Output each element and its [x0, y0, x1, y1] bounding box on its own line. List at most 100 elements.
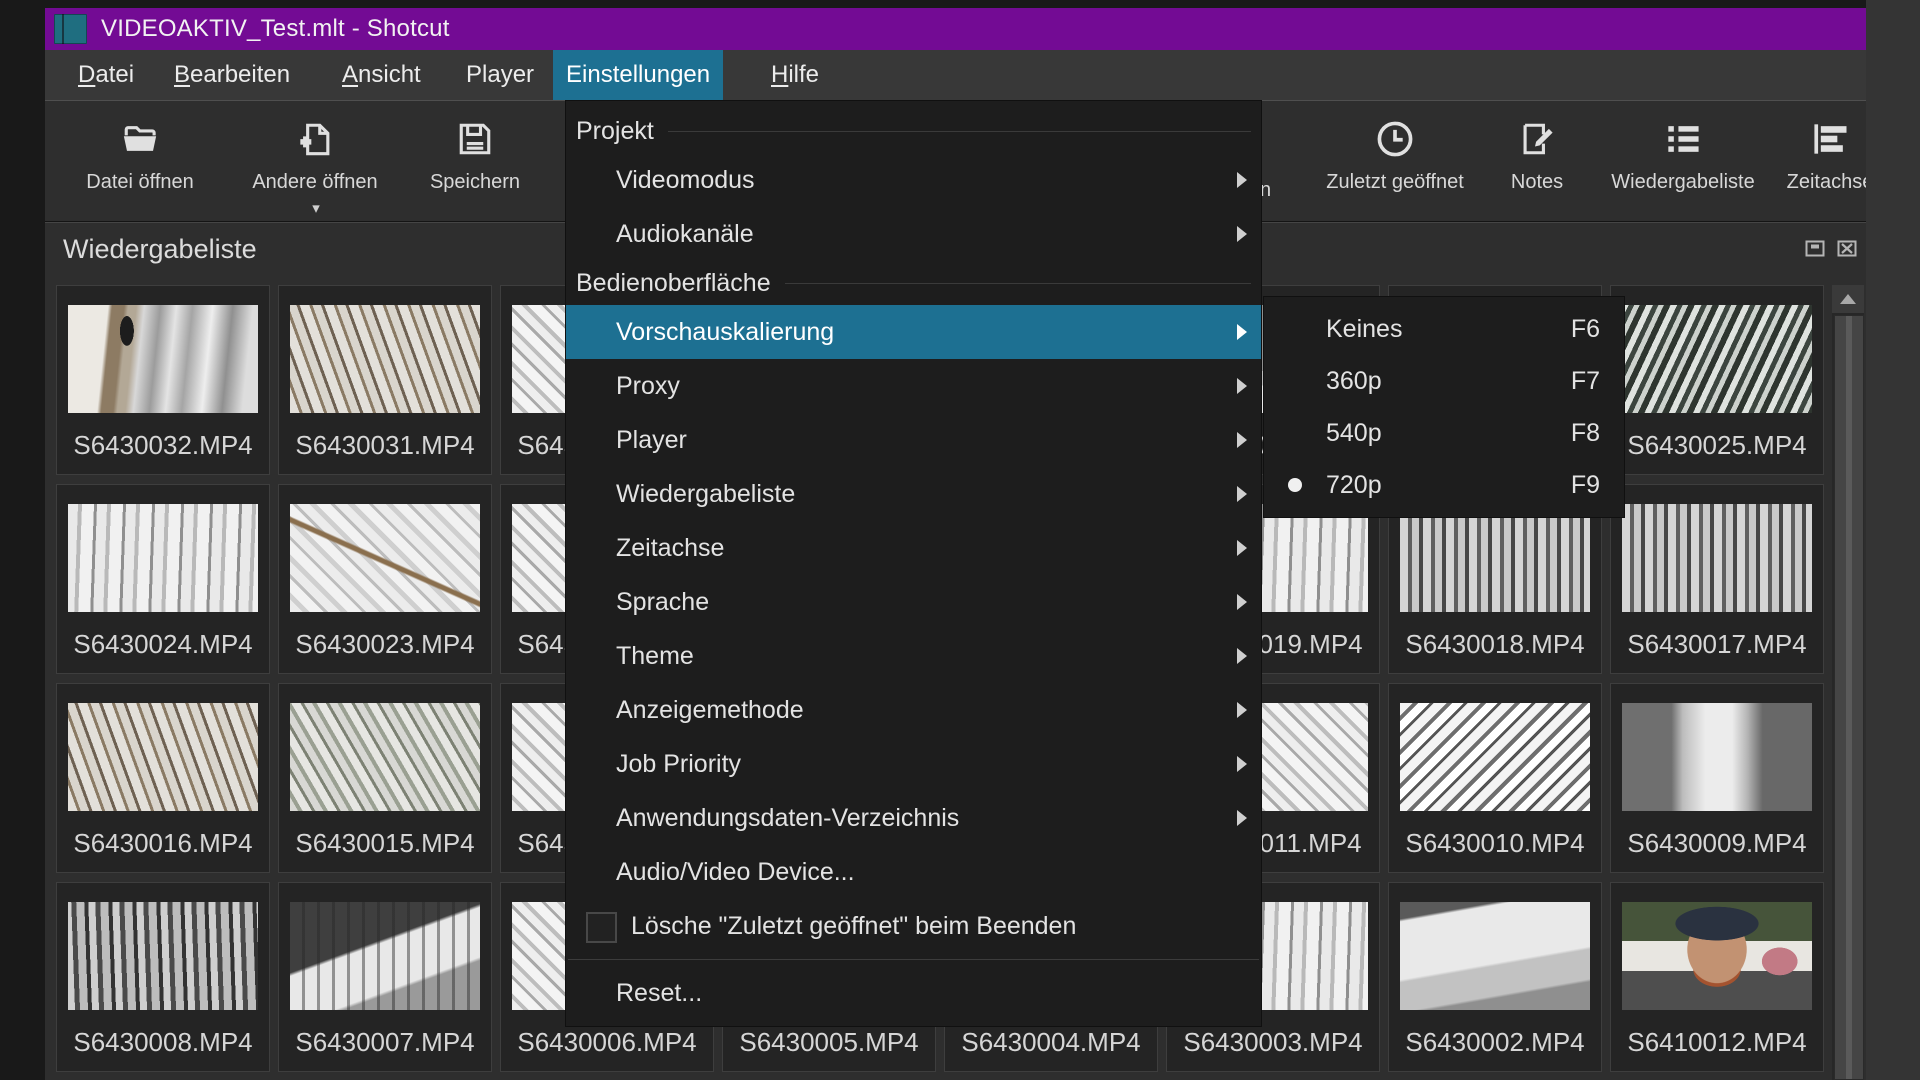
video-thumbnail — [1400, 504, 1590, 612]
submenu-item-keines[interactable]: KeinesF6 — [1264, 303, 1624, 355]
menu-item-label: Anwendungsdaten-Verzeichnis — [616, 804, 959, 833]
toolbar-button-label: Speichern — [430, 171, 520, 194]
playlist-item[interactable]: S6430010.MP4 — [1388, 683, 1602, 873]
submenu-item-label: 720p — [1326, 471, 1382, 500]
menu-item-zeitachse[interactable]: Zeitachse — [566, 521, 1261, 575]
scrollbar-thumb[interactable] — [1834, 315, 1864, 1080]
menu-section-header: Bedienoberfläche — [566, 261, 1261, 305]
scrollbar-up-arrow[interactable] — [1832, 285, 1864, 313]
playlist-item[interactable]: S6430007.MP4 — [278, 882, 492, 1072]
menu-item-audiokan-le[interactable]: Audiokanäle — [566, 207, 1261, 261]
video-thumbnail — [290, 504, 480, 612]
playlist-item[interactable]: S6430009.MP4 — [1610, 683, 1824, 873]
toolbar-button-andere-ffnen[interactable]: Andere öffnen▾ — [232, 109, 398, 213]
toolbar-button-datei-ffnen[interactable]: Datei öffnen — [57, 109, 223, 213]
toolbar-button-wiedergabeliste[interactable]: Wiedergabeliste — [1600, 109, 1766, 213]
menu-item-audio-video-device-[interactable]: Audio/Video Device... — [566, 845, 1261, 899]
notes-icon — [1513, 109, 1561, 161]
menubar-item-label: Hilfe — [771, 61, 819, 89]
video-filename: S6430016.MP4 — [57, 828, 269, 859]
float-panel-icon[interactable] — [1803, 236, 1827, 260]
menu-item-anwendungsdaten-verzeichnis[interactable]: Anwendungsdaten-Verzeichnis — [566, 791, 1261, 845]
toolbar-button-label: Andere öffnen — [252, 171, 377, 194]
menu-bar: Datei Bearbeiten Ansicht PlayerEinstellunge… — [45, 50, 1866, 100]
video-thumbnail — [290, 305, 480, 413]
menubar-item-bearbeiten[interactable]: Bearbeiten — [161, 50, 303, 100]
menu-item-vorschauskalierung[interactable]: Vorschauskalierung — [566, 305, 1261, 359]
video-filename: S6410012.MP4 — [1611, 1027, 1823, 1058]
submenu-arrow-icon — [1237, 702, 1247, 718]
shortcut-label: F8 — [1571, 419, 1600, 448]
desktop: VIDEOAKTIV_Test.mlt - Shotcut DateiBearb… — [0, 0, 1920, 1080]
menu-item-label: Zeitachse — [616, 534, 724, 563]
menu-item-proxy[interactable]: Proxy — [566, 359, 1261, 413]
playlist-item[interactable]: S6430017.MP4 — [1610, 484, 1824, 674]
video-filename: S6430024.MP4 — [57, 629, 269, 660]
shotcut-window: VIDEOAKTIV_Test.mlt - Shotcut DateiBearb… — [45, 8, 1866, 1080]
playlist-item[interactable]: S6430008.MP4 — [56, 882, 270, 1072]
toolbar-button-speichern[interactable]: Speichern — [392, 109, 558, 213]
playlist-icon — [1659, 109, 1707, 161]
menu-item-sprache[interactable]: Sprache — [566, 575, 1261, 629]
menu-item-videomodus[interactable]: Videomodus — [566, 153, 1261, 207]
menu-item-label: Reset... — [616, 979, 702, 1008]
menu-section-label: Bedienoberfläche — [576, 269, 771, 298]
menu-item-label: Theme — [616, 642, 694, 671]
video-thumbnail — [68, 305, 258, 413]
video-filename: S6430003.MP4 — [1167, 1027, 1379, 1058]
menu-item-anzeigemethode[interactable]: Anzeigemethode — [566, 683, 1261, 737]
video-thumbnail — [1622, 902, 1812, 1010]
toolbar-button-label: Zuletzt geöffnet — [1326, 171, 1464, 194]
submenu-arrow-icon — [1237, 432, 1247, 448]
timeline-icon — [1806, 109, 1854, 161]
video-filename: S6430007.MP4 — [279, 1027, 491, 1058]
playlist-item[interactable]: S6430016.MP4 — [56, 683, 270, 873]
submenu-item-label: 360p — [1326, 367, 1382, 396]
playlist-item[interactable]: S6430031.MP4 — [278, 285, 492, 475]
submenu-arrow-icon — [1237, 486, 1247, 502]
menubar-item-datei[interactable]: Datei — [65, 50, 147, 100]
toolbar-button-notes[interactable]: Notes — [1454, 109, 1620, 213]
toolbar-button-zeitachse[interactable]: Zeitachse — [1747, 109, 1866, 213]
close-panel-icon[interactable] — [1835, 236, 1859, 260]
menu-item-wiedergabeliste[interactable]: Wiedergabeliste — [566, 467, 1261, 521]
playlist-item[interactable]: S6430002.MP4 — [1388, 882, 1602, 1072]
section-divider-line — [668, 131, 1251, 132]
desktop-background — [1866, 0, 1920, 1080]
menu-item-checkbox[interactable]: Lösche "Zuletzt geöffnet" beim Beenden — [566, 899, 1261, 953]
menu-item-player[interactable]: Player — [566, 413, 1261, 467]
playlist-item[interactable]: S6430015.MP4 — [278, 683, 492, 873]
menu-item-label: Proxy — [616, 372, 680, 401]
einstellungen-menu-popup: ProjektVideomodusAudiokanäleBedienoberfl… — [565, 100, 1262, 1027]
video-thumbnail — [1622, 305, 1812, 413]
playlist-item[interactable]: S6430025.MP4 — [1610, 285, 1824, 475]
shotcut-app-icon[interactable] — [54, 14, 87, 44]
video-filename: S6430008.MP4 — [57, 1027, 269, 1058]
menu-item-reset-[interactable]: Reset... — [566, 966, 1261, 1020]
panel-title: Wiedergabeliste — [63, 234, 257, 265]
playlist-item[interactable]: S6430023.MP4 — [278, 484, 492, 674]
playlist-item[interactable]: S6410012.MP4 — [1610, 882, 1824, 1072]
menubar-item-hilfe[interactable]: Hilfe — [758, 50, 832, 100]
dropdown-caret-icon: ▾ — [312, 199, 320, 217]
playlist-item[interactable]: S6430024.MP4 — [56, 484, 270, 674]
video-thumbnail — [1400, 703, 1590, 811]
menubar-item-einstellungen[interactable]: Einstellungen — [553, 50, 723, 100]
menu-item-label: Player — [616, 426, 687, 455]
video-filename: S6430002.MP4 — [1389, 1027, 1601, 1058]
menubar-item-ansicht[interactable]: Ansicht — [329, 50, 434, 100]
checkbox-icon — [586, 912, 617, 943]
menu-item-job-priority[interactable]: Job Priority — [566, 737, 1261, 791]
submenu-item-360p[interactable]: 360pF7 — [1264, 355, 1624, 407]
submenu-arrow-icon — [1237, 324, 1247, 340]
menubar-item-label: Datei — [78, 61, 134, 89]
submenu-item-720p[interactable]: 720pF9 — [1264, 459, 1624, 511]
clock-icon — [1371, 109, 1419, 161]
submenu-item-540p[interactable]: 540p F8 — [1264, 407, 1624, 459]
video-thumbnail — [68, 902, 258, 1010]
video-filename: S6430015.MP4 — [279, 828, 491, 859]
playlist-item[interactable]: S6430032.MP4 — [56, 285, 270, 475]
submenu-item-label: 540p — [1326, 419, 1382, 448]
menu-item-theme[interactable]: Theme — [566, 629, 1261, 683]
menubar-item-player[interactable]: Player — [453, 50, 547, 100]
